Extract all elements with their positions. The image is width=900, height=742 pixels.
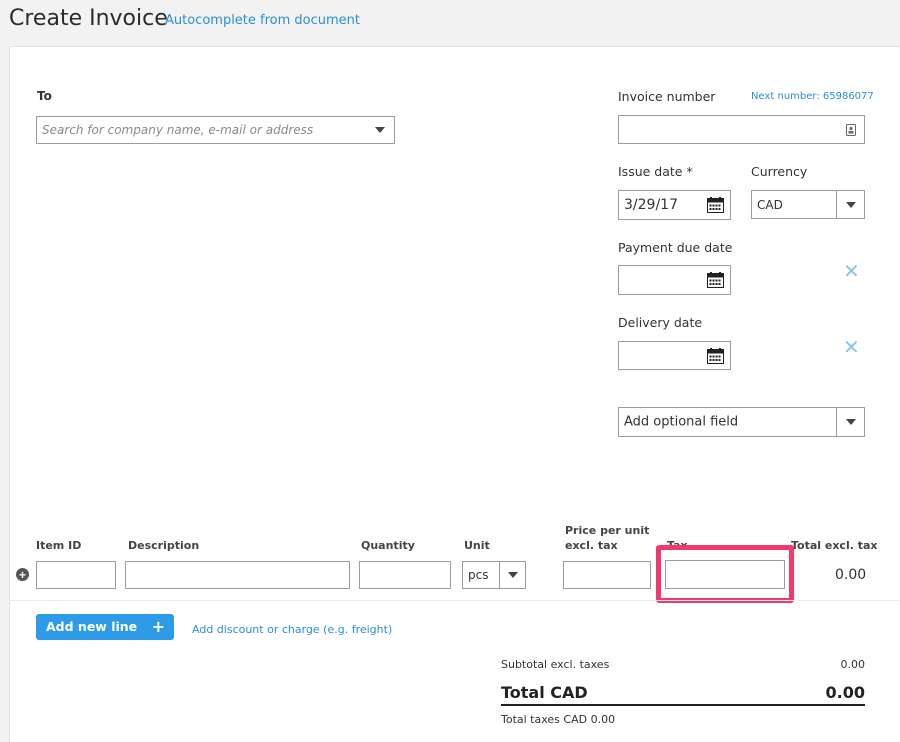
chevron-down-icon[interactable]: [836, 191, 864, 218]
currency-select[interactable]: CAD: [751, 190, 865, 219]
add-new-line-button[interactable]: Add new line +: [36, 614, 174, 640]
column-header-price-line2: excl. tax: [565, 539, 618, 552]
add-optional-field-label: Add optional field: [624, 414, 739, 430]
price-input[interactable]: [563, 561, 651, 589]
payment-due-date-input[interactable]: [618, 265, 731, 295]
subtotal-label: Subtotal excl. taxes: [501, 658, 610, 671]
total-underline: [501, 704, 865, 706]
description-input[interactable]: [125, 561, 350, 589]
recipient-search-input[interactable]: Search for company name, e-mail or addre…: [36, 116, 395, 144]
currency-label: Currency: [751, 164, 808, 179]
subtotal-value: 0.00: [840, 658, 866, 671]
delivery-date-label: Delivery date: [618, 315, 703, 330]
column-header-tax: Tax: [667, 539, 688, 552]
tax-input[interactable]: [665, 560, 785, 589]
unit-value: pcs: [468, 568, 489, 582]
delivery-date-input[interactable]: [618, 341, 731, 370]
chevron-down-icon[interactable]: [499, 562, 525, 588]
calendar-icon[interactable]: [707, 272, 724, 288]
to-label: To: [37, 89, 52, 103]
column-header-unit: Unit: [464, 539, 490, 552]
autocomplete-link[interactable]: Autocomplete from document: [165, 13, 360, 28]
column-header-quantity: Quantity: [361, 539, 415, 552]
recipient-search-placeholder: Search for company name, e-mail or addre…: [42, 123, 314, 137]
calendar-icon[interactable]: [707, 347, 724, 364]
invoice-number-input[interactable]: [618, 115, 865, 144]
add-row-plus-icon[interactable]: +: [16, 568, 29, 581]
issue-date-label: Issue date *: [618, 164, 693, 179]
quantity-input[interactable]: [359, 561, 451, 589]
issue-date-value: 3/29/17: [624, 197, 678, 213]
issue-date-input[interactable]: 3/29/17: [618, 190, 731, 220]
next-number-link[interactable]: Next number: 65986077: [751, 91, 874, 102]
invoice-number-label: Invoice number: [618, 89, 716, 104]
page-title: Create Invoice: [9, 6, 168, 31]
add-discount-link[interactable]: Add discount or charge (e.g. freight): [192, 623, 392, 636]
address-book-icon[interactable]: [846, 123, 856, 136]
currency-value: CAD: [757, 197, 783, 212]
total-value: 0.00: [825, 683, 865, 702]
chevron-down-icon[interactable]: [836, 408, 864, 436]
clear-payment-due-date-close-icon[interactable]: ✕: [843, 261, 860, 281]
column-header-total: Total excl. tax: [791, 539, 878, 552]
column-header-description: Description: [128, 539, 200, 552]
row-total-value: 0.00: [835, 567, 867, 583]
add-new-line-label: Add new line: [46, 619, 138, 634]
total-label: Total CAD: [501, 683, 588, 702]
add-optional-field-select[interactable]: Add optional field: [618, 407, 865, 437]
unit-select[interactable]: pcs: [462, 561, 526, 589]
column-header-price-line1: Price per unit: [565, 524, 650, 537]
column-header-item-id: Item ID: [36, 539, 82, 552]
clear-delivery-date-close-icon[interactable]: ✕: [843, 337, 860, 357]
chevron-down-icon[interactable]: [366, 117, 394, 143]
item-id-input[interactable]: [36, 561, 116, 589]
plus-icon: +: [151, 617, 165, 636]
row-divider: [9, 600, 900, 601]
payment-due-date-label: Payment due date: [618, 240, 733, 255]
calendar-icon[interactable]: [707, 197, 724, 213]
total-taxes-label: Total taxes CAD 0.00: [501, 713, 616, 726]
